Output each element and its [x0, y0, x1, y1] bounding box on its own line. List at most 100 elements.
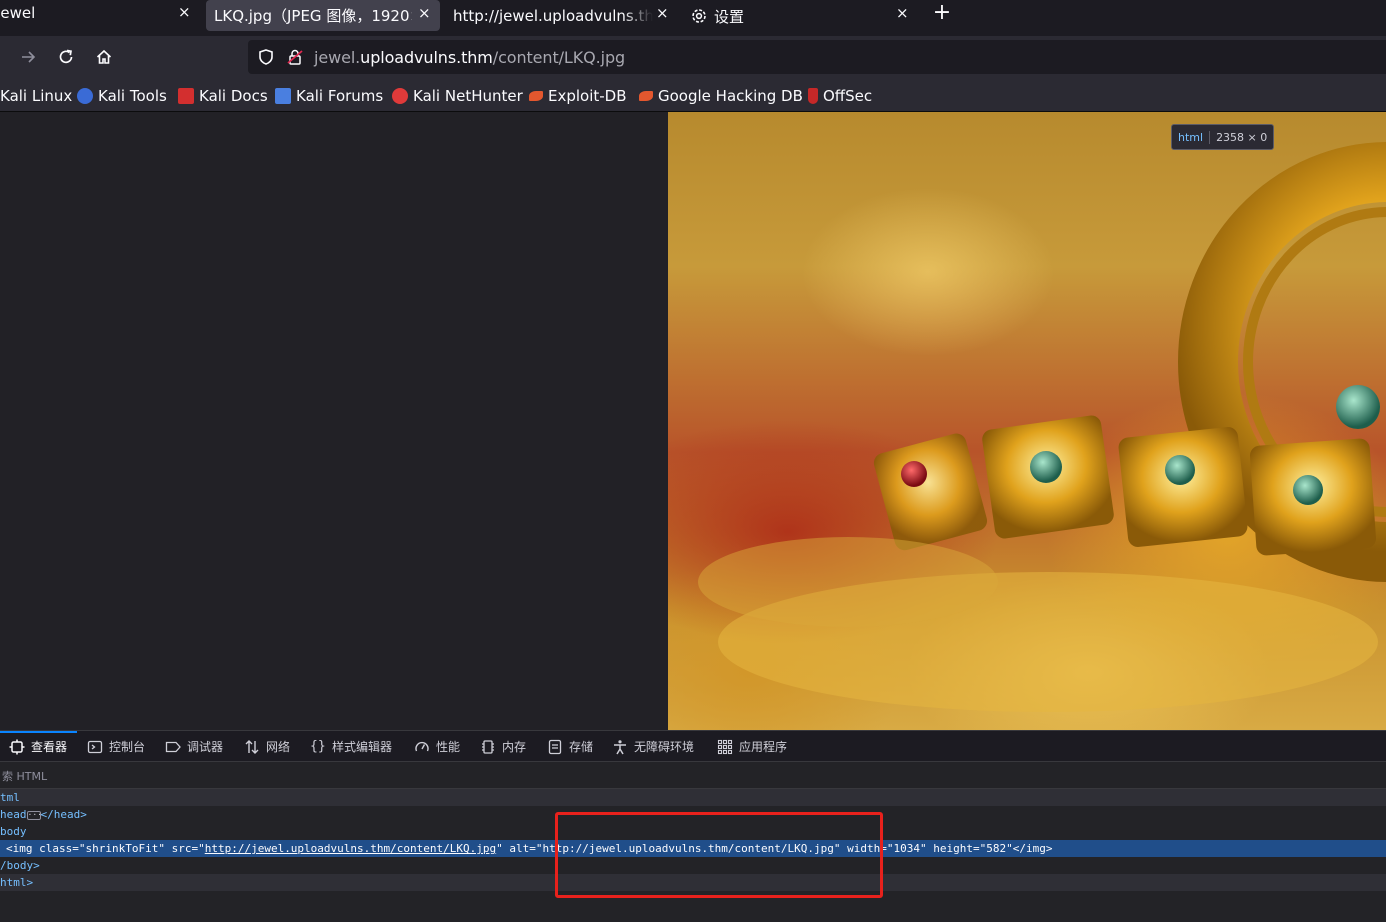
memory-icon [480, 739, 496, 755]
html-open-tag: tml [0, 791, 20, 804]
debugger-icon [165, 739, 181, 755]
gear-icon [690, 7, 708, 25]
attr-height-value: "582" [979, 842, 1013, 855]
tab-performance[interactable]: 性能 [414, 731, 460, 762]
attr-src-link[interactable]: http://jewel.uploadvulns.thm/content/LKQ… [205, 842, 496, 855]
page-content: html 2358 × 0 [0, 112, 1386, 730]
close-icon[interactable]: × [178, 5, 191, 20]
search-placeholder: 索 HTML [2, 769, 48, 783]
tab-label: 设置 [714, 7, 745, 26]
offsec-icon [808, 88, 818, 104]
tab-label: http://jewel.uploadvulns.thm [453, 7, 653, 25]
tab-label: 样式编辑器 [332, 740, 393, 754]
url-text[interactable]: jewel.uploadvulns.thm/content/LKQ.jpg [314, 48, 625, 67]
bookmark-google-hacking-db[interactable]: Google Hacking DB [639, 86, 803, 106]
bookmark-label: Kali Forums [296, 87, 384, 105]
bookmark-kali-linux[interactable]: Kali Linux [0, 86, 72, 106]
kali-nethunter-icon [392, 88, 408, 104]
red-highlight-annotation [555, 812, 883, 898]
close-icon[interactable]: × [896, 6, 909, 21]
reload-button[interactable] [54, 45, 78, 69]
jewelry-illustration [698, 142, 1386, 712]
tab-inspector[interactable]: 查看器 [0, 731, 77, 762]
home-button[interactable] [92, 45, 116, 69]
body-close-tag: /body> [0, 859, 40, 872]
tab-jewel[interactable]: Jewel [0, 0, 200, 26]
url-path: /content/LKQ.jpg [492, 48, 626, 67]
console-icon [87, 739, 103, 755]
performance-icon [414, 739, 430, 755]
attr-class-value: "shrinkToFit" [78, 842, 165, 855]
tab-label: 网络 [266, 740, 291, 754]
tab-lkq-jpg[interactable]: LKQ.jpg（JPEG 图像，1920×1 × [206, 0, 440, 31]
ghdb-icon [639, 91, 653, 101]
img-open-tag: <img [6, 842, 40, 855]
tab-label: LKQ.jpg（JPEG 图像，1920×1 [214, 7, 412, 25]
tab-network[interactable]: 网络 [244, 731, 290, 762]
bookmark-label: Exploit-DB [548, 87, 627, 105]
bookmark-label: Google Hacking DB [658, 87, 803, 105]
html-search-input[interactable]: 索 HTML [0, 763, 1386, 789]
bookmarks-toolbar: Kali Linux Kali Tools Kali Docs Kali For… [0, 78, 1386, 112]
bookmark-kali-nethunter[interactable]: Kali NetHunter [392, 86, 523, 106]
forward-button[interactable] [16, 45, 40, 69]
accessibility-icon [612, 739, 628, 755]
kali-docs-icon [178, 88, 194, 104]
head-open-tag: head [0, 808, 27, 821]
tab-label: 性能 [436, 740, 461, 754]
tab-label: 存储 [569, 740, 594, 754]
application-grid-icon [717, 739, 733, 755]
tab-label: 内存 [502, 740, 527, 754]
html-close-tag: html> [0, 876, 34, 889]
tab-console[interactable]: 控制台 [87, 731, 145, 762]
attr-alt: alt [509, 842, 530, 855]
tab-application[interactable]: 应用程序 [717, 731, 787, 762]
bookmark-kali-forums[interactable]: Kali Forums [275, 86, 383, 106]
node-html[interactable]: tml [0, 789, 1386, 806]
exploit-db-icon [529, 91, 543, 101]
tab-label: 控制台 [109, 740, 146, 754]
attr-class: class [39, 842, 73, 855]
img-close-tag: </img> [1012, 842, 1053, 855]
tab-accessibility[interactable]: 无障碍环境 [612, 731, 694, 762]
tab-storage[interactable]: 存储 [547, 731, 593, 762]
tab-strip: Jewel × LKQ.jpg（JPEG 图像，1920×1 × http://… [0, 0, 1386, 36]
bookmark-kali-tools[interactable]: Kali Tools [77, 86, 167, 106]
element-tooltip: html 2358 × 0 [1171, 124, 1275, 150]
home-icon [96, 49, 112, 64]
tab-memory[interactable]: 内存 [480, 731, 526, 762]
storage-icon [547, 739, 563, 755]
braces-icon: {} [310, 738, 326, 754]
close-icon[interactable]: × [656, 6, 669, 21]
inspector-icon [9, 739, 25, 755]
tab-style-editor[interactable]: {} 样式编辑器 [310, 731, 392, 762]
tab-settings[interactable]: 设置 × [690, 0, 914, 32]
url-bar[interactable]: jewel.uploadvulns.thm/content/LKQ.jpg [248, 40, 1386, 74]
tab-uploadvulns[interactable]: http://jewel.uploadvulns.thm × [446, 0, 678, 32]
bookmark-label: Kali NetHunter [413, 87, 523, 105]
jewelry-image[interactable] [668, 112, 1386, 730]
close-icon[interactable]: × [418, 6, 431, 21]
bookmark-offsec[interactable]: OffSec [808, 86, 872, 106]
reload-icon [59, 49, 73, 64]
attr-src: src [171, 842, 192, 855]
collapsed-ellipsis-icon[interactable]: ··· [26, 810, 42, 820]
bookmark-exploit-db[interactable]: Exploit-DB [529, 86, 627, 106]
url-host: uploadvulns.thm [360, 48, 493, 67]
network-icon [244, 739, 260, 755]
attr-width-value: "1034" [886, 842, 927, 855]
kali-tools-icon [77, 88, 93, 104]
tooltip-tag: html [1178, 130, 1211, 144]
bookmark-kali-docs[interactable]: Kali Docs [178, 86, 268, 106]
new-tab-button[interactable]: + [931, 2, 953, 25]
bookmark-label: OffSec [823, 87, 873, 105]
kali-forums-icon [275, 88, 291, 104]
bookmark-label: Kali Tools [98, 87, 167, 105]
url-subdomain: jewel. [314, 48, 361, 67]
insecure-lock-icon[interactable] [286, 48, 304, 66]
tab-debugger[interactable]: 调试器 [165, 731, 223, 762]
devtools-tabbar: 查看器 控制台 调试器 网络 {} 样式编辑器 性能 内存 存储 无障碍环境 应… [0, 731, 1386, 762]
bookmark-label: Kali Linux [0, 87, 73, 105]
shield-icon[interactable] [257, 48, 275, 66]
tab-label: 应用程序 [739, 740, 788, 754]
